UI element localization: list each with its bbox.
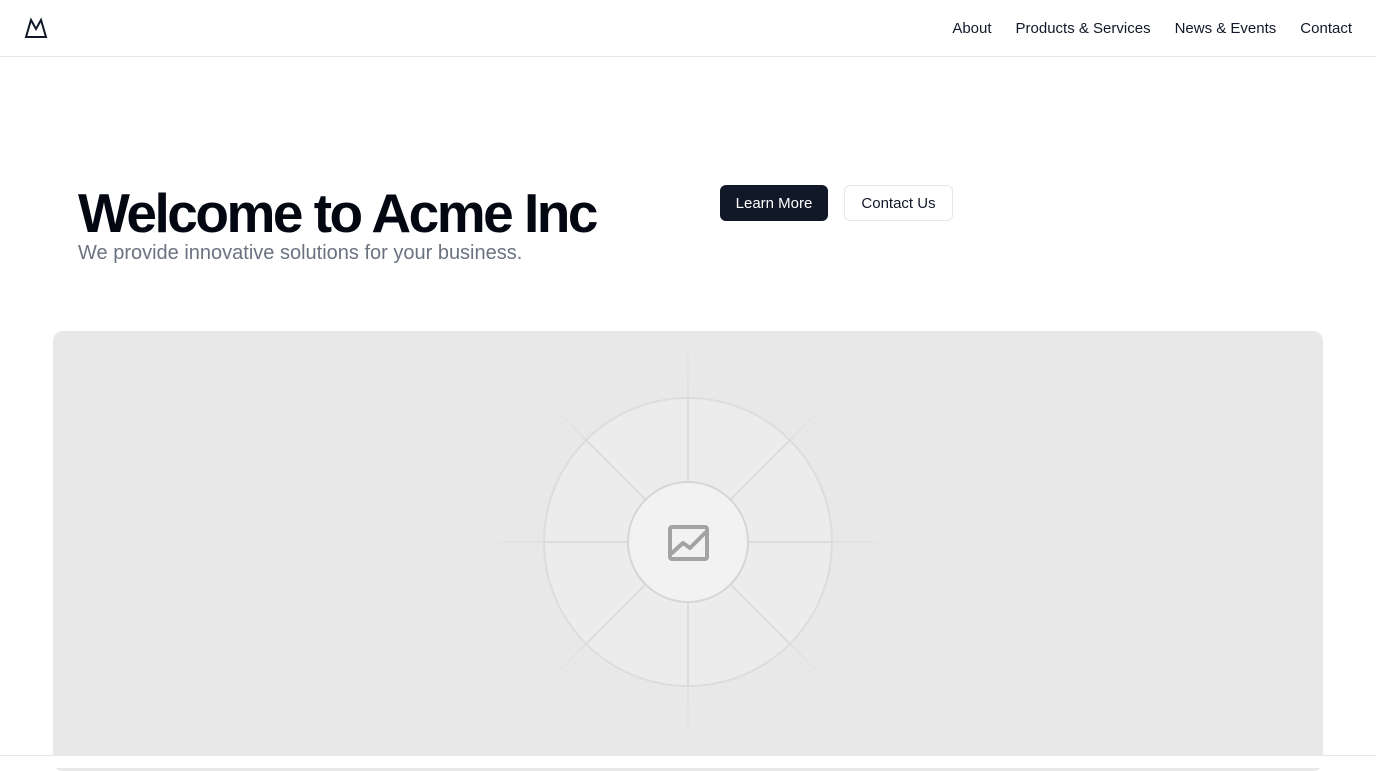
mountain-icon	[24, 17, 48, 38]
nav-about[interactable]: About	[952, 20, 991, 37]
nav-products-services[interactable]: Products & Services	[1016, 20, 1151, 37]
nav-news-events[interactable]: News & Events	[1175, 20, 1277, 37]
hero-subtitle: We provide innovative solutions for your…	[78, 242, 523, 264]
learn-more-button[interactable]: Learn More	[720, 185, 828, 221]
placeholder-graphic	[482, 331, 894, 751]
hero-title: Welcome to Acme Inc	[78, 182, 598, 244]
logo-link[interactable]	[24, 16, 48, 40]
contact-us-button[interactable]: Contact Us	[844, 185, 953, 221]
nav-contact[interactable]: Contact	[1300, 20, 1352, 37]
page-bottom-edge	[0, 755, 1376, 768]
hero-image-placeholder	[53, 331, 1323, 771]
main-nav: About Products & Services News & Events …	[952, 20, 1352, 37]
site-header: About Products & Services News & Events …	[0, 0, 1376, 57]
